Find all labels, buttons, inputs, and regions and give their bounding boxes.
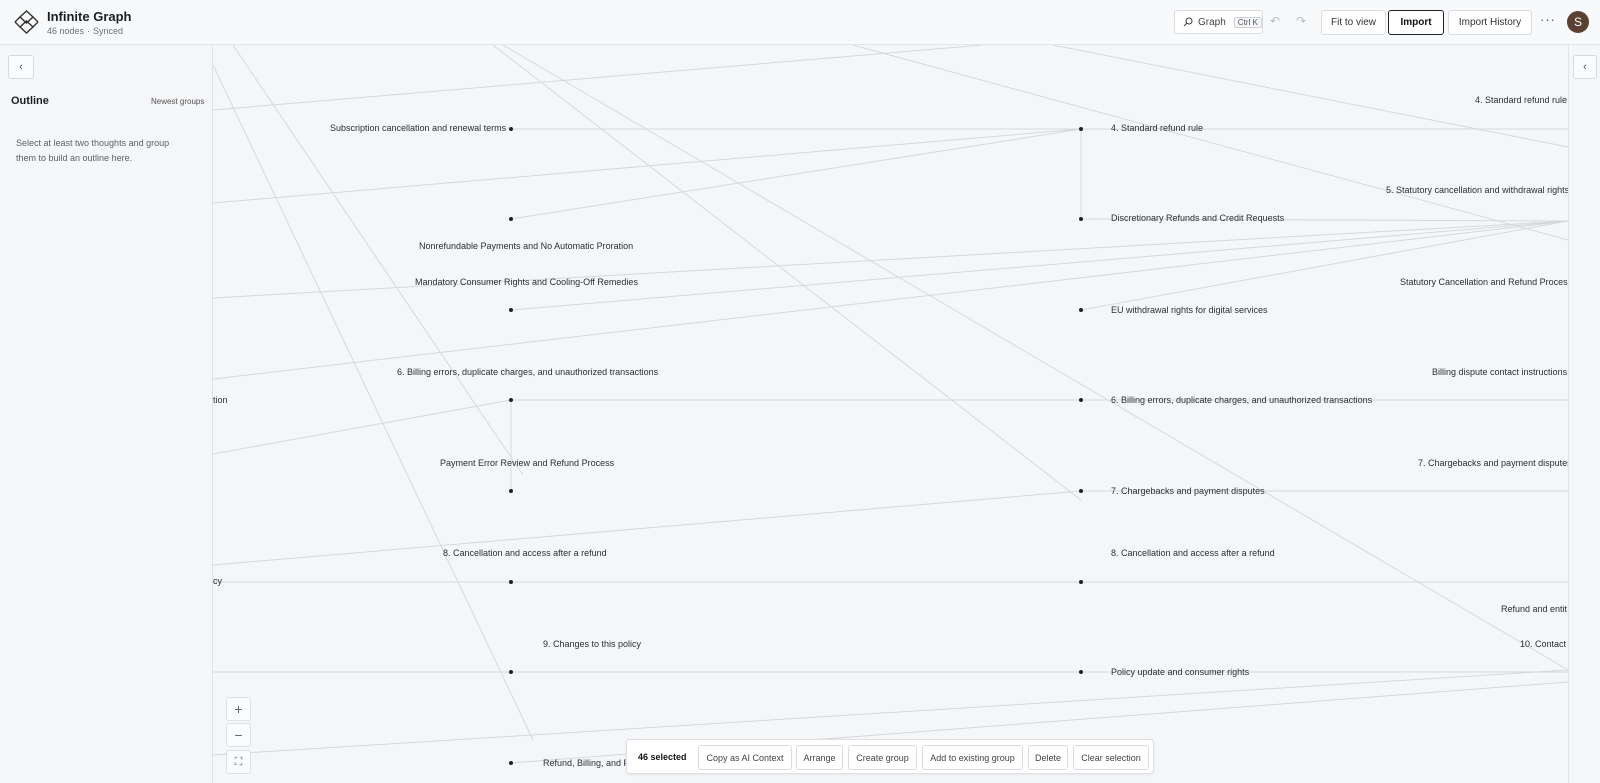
graph-node[interactable] xyxy=(509,489,513,493)
fit-to-view-button[interactable]: Fit to view xyxy=(1321,10,1386,35)
outline-title: Outline xyxy=(11,95,49,107)
graph-node[interactable] xyxy=(509,761,513,765)
node-label[interactable]: 7. Chargebacks and payment disputes xyxy=(1111,486,1265,496)
top-header: Infinite Graph 46 nodes · Synced Graph Ctr… xyxy=(0,0,1600,45)
node-label[interactable]: 8. Cancellation and access after a refun… xyxy=(443,548,607,558)
app-title: Infinite Graph xyxy=(47,9,132,24)
node-label[interactable]: 4. Standard refund rule xyxy=(1475,95,1567,105)
node-label[interactable]: Discretionary Refunds and Credit Request… xyxy=(1111,213,1284,223)
node-label[interactable]: 7. Chargebacks and payment disputes xyxy=(1418,458,1568,468)
node-label[interactable]: Payment Error Review and Refund Process xyxy=(440,458,614,468)
clear-selection-button[interactable]: Clear selection xyxy=(1073,745,1149,770)
graph-node[interactable] xyxy=(509,127,513,131)
sync-status: Synced xyxy=(93,26,124,36)
import-history-button[interactable]: Import History xyxy=(1448,10,1532,35)
graph-node[interactable] xyxy=(1079,489,1083,493)
graph-meta: 46 nodes · Synced xyxy=(47,26,123,36)
node-label[interactable]: Mandatory Consumer Rights and Cooling-Of… xyxy=(415,277,638,287)
delete-button[interactable]: Delete xyxy=(1028,745,1068,770)
graph-node[interactable] xyxy=(1079,670,1083,674)
node-label[interactable]: Policy update and consumer rights xyxy=(1111,667,1249,677)
node-label[interactable]: tion xyxy=(213,395,228,405)
add-to-existing-group-button[interactable]: Add to existing group xyxy=(922,745,1023,770)
graph-edges xyxy=(213,45,1568,764)
selection-count: 46 selected xyxy=(638,752,687,762)
node-label[interactable]: 6. Billing errors, duplicate charges, an… xyxy=(397,367,658,377)
node-label[interactable]: 9. Changes to this policy xyxy=(543,639,641,649)
node-label[interactable]: 8. Cancellation and access after a refun… xyxy=(1111,548,1275,558)
create-group-button[interactable]: Create group xyxy=(848,745,917,770)
graph-node[interactable] xyxy=(1079,217,1083,221)
graph-node[interactable] xyxy=(509,217,513,221)
node-label[interactable]: 10. Contact xyxy=(1520,639,1566,649)
node-label[interactable]: 4. Standard refund rule xyxy=(1111,123,1203,133)
node-label[interactable]: EU withdrawal rights for digital service… xyxy=(1111,305,1268,315)
search-label: Graph xyxy=(1198,16,1226,28)
zoom-out-button[interactable]: − xyxy=(226,723,251,747)
node-label[interactable]: 5. Statutory cancellation and withdrawal… xyxy=(1386,185,1568,195)
outline-sidebar: ‹ Outline Newest groups Select at least … xyxy=(0,45,213,783)
node-count: 46 nodes xyxy=(47,26,85,36)
search-shortcut: Ctrl K xyxy=(1233,16,1262,28)
graph-node[interactable] xyxy=(509,308,513,312)
outline-sort-toggle[interactable]: Newest groups xyxy=(151,97,204,106)
node-label[interactable]: cy xyxy=(213,576,222,586)
avatar[interactable]: S xyxy=(1567,11,1589,33)
graph-node[interactable] xyxy=(1079,308,1083,312)
import-button[interactable]: Import xyxy=(1388,10,1444,35)
meta-separator: · xyxy=(87,26,91,36)
zoom-in-button[interactable]: + xyxy=(226,697,251,721)
collapse-sidebar-button[interactable]: ‹ xyxy=(8,55,34,79)
more-options-icon[interactable]: ··· xyxy=(1540,12,1556,27)
copy-ai-context-button[interactable]: Copy as AI Context xyxy=(698,745,792,770)
graph-logo-icon xyxy=(14,10,39,34)
graph-node[interactable] xyxy=(1079,127,1083,131)
node-label[interactable]: Refund and entit xyxy=(1501,604,1567,614)
graph-node[interactable] xyxy=(509,398,513,402)
node-label[interactable]: 6. Billing errors, duplicate charges, an… xyxy=(1111,395,1372,405)
arrange-button[interactable]: Arrange xyxy=(796,745,843,770)
graph-node[interactable] xyxy=(1079,580,1083,584)
node-label[interactable]: Statutory Cancellation and Refund Proces… xyxy=(1400,277,1568,287)
expand-right-panel-button[interactable]: ‹ xyxy=(1573,55,1597,79)
graph-canvas[interactable]: Subscription cancellation and renewal te… xyxy=(213,45,1568,783)
node-label[interactable]: Billing dispute contact instructions xyxy=(1432,367,1567,377)
node-label[interactable]: Subscription cancellation and renewal te… xyxy=(330,123,506,133)
search-icon xyxy=(1183,17,1193,27)
selection-toolbar: 46 selected Copy as AI Context Arrange C… xyxy=(626,739,1154,774)
graph-node[interactable] xyxy=(1079,398,1083,402)
graph-node[interactable] xyxy=(509,670,513,674)
redo-icon[interactable]: ↷ xyxy=(1296,14,1306,28)
undo-icon[interactable]: ↶ xyxy=(1270,14,1280,28)
outline-empty-message: Select at least two thoughts and group t… xyxy=(16,138,170,163)
fullscreen-icon[interactable]: ⛶ xyxy=(226,750,251,774)
right-panel-rail xyxy=(1568,45,1600,783)
node-label[interactable]: Nonrefundable Payments and No Automatic … xyxy=(419,241,633,251)
graph-node[interactable] xyxy=(509,580,513,584)
graph-search-button[interactable]: Graph Ctrl K xyxy=(1174,10,1263,34)
